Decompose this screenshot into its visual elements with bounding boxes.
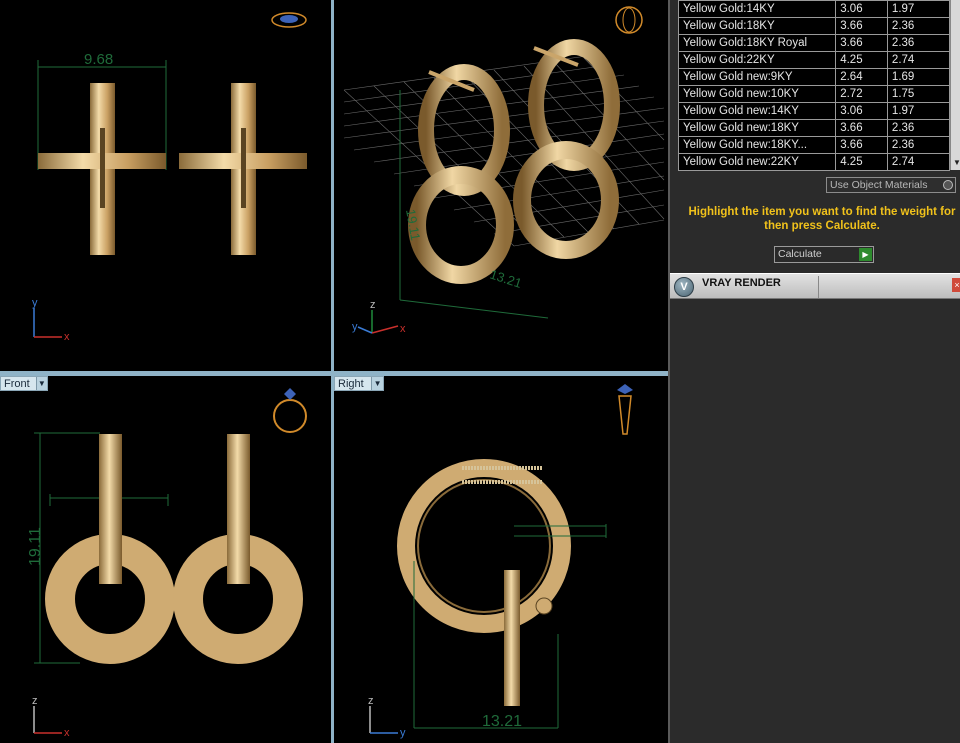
viewport-perspective[interactable]: 19.11 13.21 z y x (334, 0, 668, 371)
use-object-materials-toggle[interactable]: Use Object Materials (826, 177, 956, 193)
viewport-divider-horizontal[interactable] (0, 371, 668, 376)
right-view-canvas: 13.21 z y (368, 384, 633, 739)
material-value1-cell: 2.72 (835, 85, 888, 103)
weight-hint-text: Highlight the item you want to find the … (688, 206, 956, 232)
material-name-cell: Yellow Gold:18KY Royal (677, 34, 837, 52)
vray-render-header[interactable]: V VRAY RENDER × (670, 273, 960, 299)
material-name-cell: Yellow Gold new:18KY... (677, 136, 837, 154)
material-name-cell: Yellow Gold:14KY (677, 0, 837, 18)
material-name-cell: Yellow Gold new:18KY (677, 119, 837, 137)
material-value2-cell: 1.97 (886, 102, 951, 120)
material-value2-cell: 2.36 (886, 136, 951, 154)
scroll-down-icon[interactable]: ▼ (952, 158, 960, 168)
axis-x-label: x (400, 323, 406, 335)
perspective-earring-left (408, 64, 514, 284)
vray-logo-icon: V (674, 277, 694, 297)
divider (818, 276, 819, 298)
axis-y-label: y (400, 727, 406, 739)
material-name-cell: Yellow Gold new:14KY (677, 102, 837, 120)
axis-z-label: z (32, 695, 38, 707)
material-value1-cell: 3.66 (835, 17, 888, 35)
calculate-label: Calculate (778, 248, 822, 260)
pave-strip-right (241, 128, 246, 208)
view-ring-icon[interactable] (273, 388, 307, 433)
table-row[interactable]: Yellow Gold new:22KY 4.25 2.74 (677, 153, 951, 171)
top-dimension-label: 9.68 (84, 51, 113, 68)
axis-y-label: y (352, 321, 358, 333)
table-row[interactable]: Yellow Gold new:18KY 3.66 2.36 (677, 119, 951, 137)
close-icon[interactable]: × (952, 278, 960, 292)
material-weight-table: Yellow Gold:14KY 3.06 1.97 Yellow Gold:18KY… (677, 0, 951, 171)
material-value2-cell: 2.74 (886, 153, 951, 171)
material-value1-cell: 4.25 (835, 153, 888, 171)
viewport-top[interactable]: 9.68 y x (0, 0, 331, 371)
material-value1-cell: 3.06 (835, 0, 888, 18)
table-row[interactable]: Yellow Gold new:9KY 2.64 1.69 (677, 68, 951, 86)
table-scrollbar[interactable]: ▼ (950, 0, 960, 170)
table-row[interactable]: Yellow Gold:14KY 3.06 1.97 (677, 0, 951, 18)
material-name-cell: Yellow Gold new:10KY (677, 85, 837, 103)
material-value1-cell: 3.66 (835, 136, 888, 154)
axis-x-label: x (64, 727, 70, 739)
table-row[interactable]: Yellow Gold:22KY 4.25 2.74 (677, 51, 951, 69)
use-object-materials-label: Use Object Materials (830, 179, 928, 191)
table-row[interactable]: Yellow Gold new:14KY 3.06 1.97 (677, 102, 951, 120)
pave-strip-left (100, 128, 105, 208)
calculate-button[interactable]: Calculate ▶ (774, 246, 874, 263)
right-earring-hoop (397, 459, 571, 633)
radio-icon[interactable] (943, 180, 953, 190)
material-name-cell: Yellow Gold:22KY (677, 51, 837, 69)
table-row[interactable]: Yellow Gold:18KY 3.66 2.36 (677, 17, 951, 35)
axis-x-label: x (64, 331, 70, 343)
perspective-earring-right (513, 39, 620, 259)
material-value2-cell: 1.69 (886, 68, 951, 86)
material-name-cell: Yellow Gold new:22KY (677, 153, 837, 171)
perspective-view-canvas: 19.11 13.21 z y x (343, 6, 665, 335)
viewport-right[interactable]: Right ▼ 13.21 z y (334, 376, 668, 743)
top-view-canvas: 9.68 y x (32, 12, 307, 343)
table-row[interactable]: Yellow Gold new:10KY 2.72 1.75 (677, 85, 951, 103)
front-earring-right (173, 434, 303, 664)
material-value1-cell: 3.66 (835, 119, 888, 137)
view-ring-icon[interactable] (615, 6, 643, 34)
material-value2-cell: 1.75 (886, 85, 951, 103)
material-value1-cell: 2.64 (835, 68, 888, 86)
viewport-front[interactable]: Front ▼ 19.11 z x (0, 376, 331, 743)
view-ring-icon[interactable] (617, 384, 633, 435)
right-dimension-label: 13.21 (482, 713, 522, 730)
front-view-canvas: 19.11 z x (27, 388, 307, 739)
material-value1-cell: 3.06 (835, 102, 888, 120)
axis-z-label: z (370, 299, 376, 311)
table-row[interactable]: Yellow Gold new:18KY... 3.66 2.36 (677, 136, 951, 154)
side-panel: Yellow Gold:14KY 3.06 1.97 Yellow Gold:18KY… (668, 0, 960, 743)
material-value1-cell: 3.66 (835, 34, 888, 52)
material-value2-cell: 1.97 (886, 0, 951, 18)
material-value2-cell: 2.36 (886, 17, 951, 35)
material-name-cell: Yellow Gold new:9KY (677, 68, 837, 86)
play-icon[interactable]: ▶ (859, 248, 872, 261)
material-value2-cell: 2.36 (886, 34, 951, 52)
material-value2-cell: 2.36 (886, 119, 951, 137)
front-dimension-label: 19.11 (27, 527, 44, 566)
view-ring-icon[interactable] (271, 12, 307, 28)
vray-title: VRAY RENDER (702, 277, 781, 289)
axis-y-label: y (32, 297, 38, 309)
material-name-cell: Yellow Gold:18KY (677, 17, 837, 35)
material-value1-cell: 4.25 (835, 51, 888, 69)
perspective-dimension-b: 13.21 (488, 267, 524, 291)
table-row[interactable]: Yellow Gold:18KY Royal 3.66 2.36 (677, 34, 951, 52)
rhino-workspace: 9.68 y x 19.11 13.21 z y x Front ▼ 19.11… (0, 0, 960, 743)
axis-z-label: z (368, 695, 374, 707)
material-value2-cell: 2.74 (886, 51, 951, 69)
front-earring-left (45, 434, 175, 664)
right-earring-drop (504, 570, 520, 706)
